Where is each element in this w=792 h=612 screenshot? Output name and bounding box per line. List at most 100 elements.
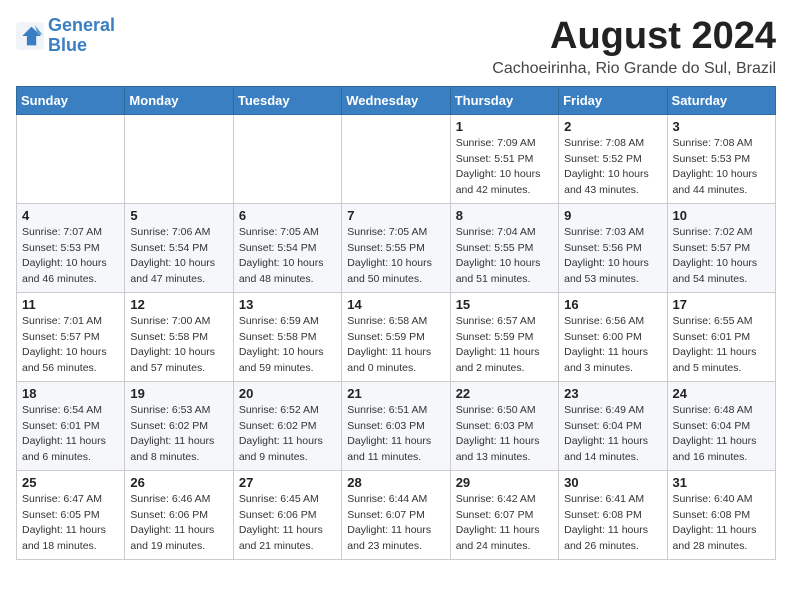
calendar-cell: 7 Sunrise: 7:05 AMSunset: 5:55 PMDaylight…	[342, 203, 450, 292]
logo-line2: Blue	[48, 35, 87, 55]
calendar-cell: 19Sunrise: 6:53 AMSunset: 6:02 PMDayligh…	[125, 381, 233, 470]
calendar-cell	[342, 114, 450, 203]
weekday-header: Thursday	[450, 86, 558, 114]
day-number: 19	[130, 386, 227, 401]
day-number: 21	[347, 386, 444, 401]
day-number: 15	[456, 297, 553, 312]
calendar-cell	[17, 114, 125, 203]
calendar-cell: 24 Sunrise: 6:48 AMSunset: 6:04 PMDayligh…	[667, 381, 775, 470]
day-info: Sunrise: 6:57 AMSunset: 5:59 PMDaylight:…	[456, 314, 553, 377]
day-info: Sunrise: 7:02 AMSunset: 5:57 PMDaylight:…	[673, 225, 770, 288]
day-info: Sunrise: 7:05 AMSunset: 5:55 PMDaylight:…	[347, 225, 444, 288]
weekday-header: Wednesday	[342, 86, 450, 114]
day-number: 4	[22, 208, 119, 223]
calendar-cell: 25Sunrise: 6:47 AMSunset: 6:05 PMDayligh…	[17, 470, 125, 559]
logo-text: General Blue	[48, 16, 115, 56]
calendar-cell: 26 Sunrise: 6:46 AMSunset: 6:06 PMDayligh…	[125, 470, 233, 559]
day-number: 24	[673, 386, 770, 401]
weekday-header: Saturday	[667, 86, 775, 114]
day-number: 13	[239, 297, 336, 312]
calendar-cell: 11Sunrise: 7:01 AMSunset: 5:57 PMDayligh…	[17, 292, 125, 381]
calendar-cell: 13 Sunrise: 6:59 AMSunset: 5:58 PMDayligh…	[233, 292, 341, 381]
calendar-cell: 28 Sunrise: 6:44 AMSunset: 6:07 PMDayligh…	[342, 470, 450, 559]
calendar-header-row: SundayMondayTuesdayWednesdayThursdayFrid…	[17, 86, 776, 114]
day-number: 26	[130, 475, 227, 490]
day-info: Sunrise: 6:56 AMSunset: 6:00 PMDaylight:…	[564, 314, 661, 377]
calendar-week-row: 25Sunrise: 6:47 AMSunset: 6:05 PMDayligh…	[17, 470, 776, 559]
day-info: Sunrise: 6:48 AMSunset: 6:04 PMDaylight:…	[673, 403, 770, 466]
calendar-cell: 18 Sunrise: 6:54 AMSunset: 6:01 PMDayligh…	[17, 381, 125, 470]
calendar-cell: 27Sunrise: 6:45 AMSunset: 6:06 PMDayligh…	[233, 470, 341, 559]
calendar-cell: 22Sunrise: 6:50 AMSunset: 6:03 PMDayligh…	[450, 381, 558, 470]
calendar-cell: 31Sunrise: 6:40 AMSunset: 6:08 PMDayligh…	[667, 470, 775, 559]
location-title: Cachoeirinha, Rio Grande do Sul, Brazil	[492, 60, 776, 78]
calendar: SundayMondayTuesdayWednesdayThursdayFrid…	[16, 86, 776, 560]
day-number: 6	[239, 208, 336, 223]
day-info: Sunrise: 6:47 AMSunset: 6:05 PMDaylight:…	[22, 492, 119, 555]
day-number: 5	[130, 208, 227, 223]
calendar-week-row: 18 Sunrise: 6:54 AMSunset: 6:01 PMDayligh…	[17, 381, 776, 470]
calendar-cell: 30 Sunrise: 6:41 AMSunset: 6:08 PMDayligh…	[559, 470, 667, 559]
weekday-header: Friday	[559, 86, 667, 114]
day-info: Sunrise: 7:08 AMSunset: 5:52 PMDaylight:…	[564, 136, 661, 199]
day-info: Sunrise: 6:51 AMSunset: 6:03 PMDaylight:…	[347, 403, 444, 466]
day-number: 11	[22, 297, 119, 312]
day-info: Sunrise: 6:41 AMSunset: 6:08 PMDaylight:…	[564, 492, 661, 555]
logo-line1: General	[48, 15, 115, 35]
calendar-cell: 4 Sunrise: 7:07 AMSunset: 5:53 PMDaylight…	[17, 203, 125, 292]
day-info: Sunrise: 7:07 AMSunset: 5:53 PMDaylight:…	[22, 225, 119, 288]
day-number: 3	[673, 119, 770, 134]
day-number: 7	[347, 208, 444, 223]
day-info: Sunrise: 6:52 AMSunset: 6:02 PMDaylight:…	[239, 403, 336, 466]
weekday-header: Tuesday	[233, 86, 341, 114]
day-number: 8	[456, 208, 553, 223]
calendar-cell: 20 Sunrise: 6:52 AMSunset: 6:02 PMDayligh…	[233, 381, 341, 470]
day-info: Sunrise: 6:49 AMSunset: 6:04 PMDaylight:…	[564, 403, 661, 466]
day-info: Sunrise: 7:04 AMSunset: 5:55 PMDaylight:…	[456, 225, 553, 288]
calendar-cell: 6Sunrise: 7:05 AMSunset: 5:54 PMDaylight…	[233, 203, 341, 292]
calendar-week-row: 4 Sunrise: 7:07 AMSunset: 5:53 PMDaylight…	[17, 203, 776, 292]
day-number: 28	[347, 475, 444, 490]
day-info: Sunrise: 6:44 AMSunset: 6:07 PMDaylight:…	[347, 492, 444, 555]
day-info: Sunrise: 7:09 AMSunset: 5:51 PMDaylight:…	[456, 136, 553, 199]
day-number: 18	[22, 386, 119, 401]
calendar-cell: 3 Sunrise: 7:08 AMSunset: 5:53 PMDaylight…	[667, 114, 775, 203]
day-info: Sunrise: 7:00 AMSunset: 5:58 PMDaylight:…	[130, 314, 227, 377]
calendar-cell: 14Sunrise: 6:58 AMSunset: 5:59 PMDayligh…	[342, 292, 450, 381]
calendar-cell: 12 Sunrise: 7:00 AMSunset: 5:58 PMDayligh…	[125, 292, 233, 381]
calendar-cell	[233, 114, 341, 203]
day-info: Sunrise: 6:59 AMSunset: 5:58 PMDaylight:…	[239, 314, 336, 377]
day-info: Sunrise: 6:55 AMSunset: 6:01 PMDaylight:…	[673, 314, 770, 377]
page-header: General Blue August 2024 Cachoeirinha, R…	[16, 16, 776, 78]
day-number: 23	[564, 386, 661, 401]
weekday-header: Sunday	[17, 86, 125, 114]
day-info: Sunrise: 6:42 AMSunset: 6:07 PMDaylight:…	[456, 492, 553, 555]
logo-icon	[16, 22, 44, 50]
month-title: August 2024	[492, 16, 776, 58]
day-number: 30	[564, 475, 661, 490]
day-number: 2	[564, 119, 661, 134]
calendar-cell: 8 Sunrise: 7:04 AMSunset: 5:55 PMDaylight…	[450, 203, 558, 292]
day-info: Sunrise: 6:46 AMSunset: 6:06 PMDaylight:…	[130, 492, 227, 555]
calendar-cell: 1 Sunrise: 7:09 AMSunset: 5:51 PMDaylight…	[450, 114, 558, 203]
day-number: 29	[456, 475, 553, 490]
calendar-cell: 23 Sunrise: 6:49 AMSunset: 6:04 PMDayligh…	[559, 381, 667, 470]
calendar-cell: 2 Sunrise: 7:08 AMSunset: 5:52 PMDaylight…	[559, 114, 667, 203]
day-number: 1	[456, 119, 553, 134]
calendar-week-row: 1 Sunrise: 7:09 AMSunset: 5:51 PMDaylight…	[17, 114, 776, 203]
calendar-cell: 15 Sunrise: 6:57 AMSunset: 5:59 PMDayligh…	[450, 292, 558, 381]
calendar-cell: 17 Sunrise: 6:55 AMSunset: 6:01 PMDayligh…	[667, 292, 775, 381]
title-block: August 2024 Cachoeirinha, Rio Grande do …	[492, 16, 776, 78]
day-info: Sunrise: 6:58 AMSunset: 5:59 PMDaylight:…	[347, 314, 444, 377]
day-number: 20	[239, 386, 336, 401]
day-number: 9	[564, 208, 661, 223]
logo: General Blue	[16, 16, 115, 56]
day-number: 12	[130, 297, 227, 312]
day-number: 31	[673, 475, 770, 490]
day-number: 22	[456, 386, 553, 401]
day-info: Sunrise: 7:08 AMSunset: 5:53 PMDaylight:…	[673, 136, 770, 199]
day-info: Sunrise: 6:54 AMSunset: 6:01 PMDaylight:…	[22, 403, 119, 466]
day-number: 17	[673, 297, 770, 312]
day-number: 16	[564, 297, 661, 312]
calendar-cell: 9Sunrise: 7:03 AMSunset: 5:56 PMDaylight…	[559, 203, 667, 292]
